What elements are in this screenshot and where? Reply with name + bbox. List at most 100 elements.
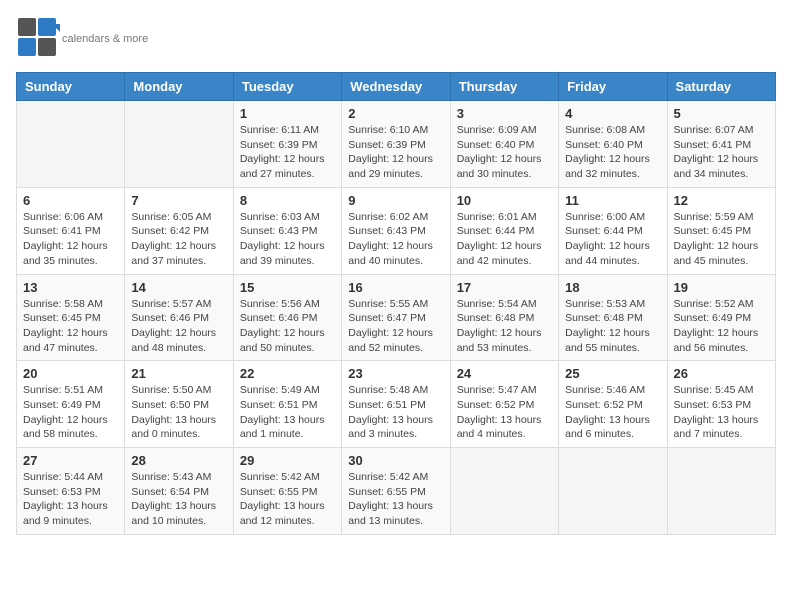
day-header-saturday: Saturday <box>667 73 775 101</box>
day-number: 9 <box>348 193 443 208</box>
calendar-cell: 22Sunrise: 5:49 AM Sunset: 6:51 PM Dayli… <box>233 361 341 448</box>
calendar-cell: 21 Sunrise: 5:50 AM Sunset: 6:50 PM Dayli… <box>125 361 233 448</box>
day-number: 26 <box>674 366 769 381</box>
calendar-cell: 3Sunrise: 6:09 AM Sunset: 6:40 PM Daylig… <box>450 101 558 188</box>
day-info: Sunrise: 5:45 AM Sunset: 6:53 PM Dayligh… <box>674 383 769 442</box>
day-info: Sunrise: 5:54 AM Sunset: 6:48 PM Dayligh… <box>457 297 552 356</box>
day-number: 7 <box>131 193 226 208</box>
day-header-friday: Friday <box>559 73 667 101</box>
day-number: 5 <box>674 106 769 121</box>
logo: calendars & more <box>16 16 148 60</box>
day-info: Sunrise: 6:00 AM Sunset: 6:44 PM Dayligh… <box>565 210 660 269</box>
day-number: 4 <box>565 106 660 121</box>
day-info: Sunrise: 5:57 AM Sunset: 6:46 PM Dayligh… <box>131 297 226 356</box>
day-number: 24 <box>457 366 552 381</box>
day-number: 3 <box>457 106 552 121</box>
calendar-cell: 24 Sunrise: 5:47 AM Sunset: 6:52 PM Dayli… <box>450 361 558 448</box>
day-header-wednesday: Wednesday <box>342 73 450 101</box>
day-number: 19 <box>674 280 769 295</box>
day-info: Sunrise: 6:11 AM Sunset: 6:39 PM Dayligh… <box>240 123 335 182</box>
calendar-cell: 20Sunrise: 5:51 AM Sunset: 6:49 PM Dayli… <box>17 361 125 448</box>
day-info: Sunrise: 5:43 AM Sunset: 6:54 PM Dayligh… <box>131 470 226 529</box>
day-info: Sunrise: 6:05 AM Sunset: 6:42 PM Dayligh… <box>131 210 226 269</box>
day-number: 1 <box>240 106 335 121</box>
calendar-cell: 8 Sunrise: 6:03 AM Sunset: 6:43 PM Daylig… <box>233 187 341 274</box>
day-info: Sunrise: 5:44 AM Sunset: 6:53 PM Dayligh… <box>23 470 118 529</box>
day-number: 12 <box>674 193 769 208</box>
calendar-cell: 2 Sunrise: 6:10 AM Sunset: 6:39 PM Daylig… <box>342 101 450 188</box>
calendar-cell: 12 Sunrise: 5:59 AM Sunset: 6:45 PM Dayli… <box>667 187 775 274</box>
day-info: Sunrise: 6:01 AM Sunset: 6:44 PM Dayligh… <box>457 210 552 269</box>
calendar-header-row: SundayMondayTuesdayWednesdayThursdayFrid… <box>17 73 776 101</box>
day-header-tuesday: Tuesday <box>233 73 341 101</box>
day-info: Sunrise: 5:56 AM Sunset: 6:46 PM Dayligh… <box>240 297 335 356</box>
day-number: 6 <box>23 193 118 208</box>
calendar-cell: 29Sunrise: 5:42 AM Sunset: 6:55 PM Dayli… <box>233 448 341 535</box>
calendar-cell: 30 Sunrise: 5:42 AM Sunset: 6:55 PM Dayli… <box>342 448 450 535</box>
calendar-cell: 9 Sunrise: 6:02 AM Sunset: 6:43 PM Daylig… <box>342 187 450 274</box>
calendar-body: 1 Sunrise: 6:11 AM Sunset: 6:39 PM Daylig… <box>17 101 776 535</box>
week-row-1: 1 Sunrise: 6:11 AM Sunset: 6:39 PM Daylig… <box>17 101 776 188</box>
calendar-cell: 1 Sunrise: 6:11 AM Sunset: 6:39 PM Daylig… <box>233 101 341 188</box>
calendar-cell: 4 Sunrise: 6:08 AM Sunset: 6:40 PM Daylig… <box>559 101 667 188</box>
day-info: Sunrise: 6:03 AM Sunset: 6:43 PM Dayligh… <box>240 210 335 269</box>
day-info: Sunrise: 5:47 AM Sunset: 6:52 PM Dayligh… <box>457 383 552 442</box>
day-info: Sunrise: 5:49 AM Sunset: 6:51 PM Dayligh… <box>240 383 335 442</box>
day-number: 29 <box>240 453 335 468</box>
day-number: 2 <box>348 106 443 121</box>
calendar-cell: 5 Sunrise: 6:07 AM Sunset: 6:41 PM Daylig… <box>667 101 775 188</box>
calendar-cell: 10 Sunrise: 6:01 AM Sunset: 6:44 PM Dayli… <box>450 187 558 274</box>
calendar-cell: 6 Sunrise: 6:06 AM Sunset: 6:41 PM Daylig… <box>17 187 125 274</box>
day-info: Sunrise: 6:06 AM Sunset: 6:41 PM Dayligh… <box>23 210 118 269</box>
day-number: 30 <box>348 453 443 468</box>
calendar-cell: 25 Sunrise: 5:46 AM Sunset: 6:52 PM Dayli… <box>559 361 667 448</box>
calendar-cell: 23Sunrise: 5:48 AM Sunset: 6:51 PM Dayli… <box>342 361 450 448</box>
day-number: 25 <box>565 366 660 381</box>
week-row-3: 13 Sunrise: 5:58 AM Sunset: 6:45 PM Dayli… <box>17 274 776 361</box>
calendar-cell: 19 Sunrise: 5:52 AM Sunset: 6:49 PM Dayli… <box>667 274 775 361</box>
calendar-cell <box>559 448 667 535</box>
day-info: Sunrise: 6:07 AM Sunset: 6:41 PM Dayligh… <box>674 123 769 182</box>
calendar-cell: 18 Sunrise: 5:53 AM Sunset: 6:48 PM Dayli… <box>559 274 667 361</box>
calendar-cell: 11 Sunrise: 6:00 AM Sunset: 6:44 PM Dayli… <box>559 187 667 274</box>
day-number: 8 <box>240 193 335 208</box>
day-number: 10 <box>457 193 552 208</box>
day-info: Sunrise: 5:52 AM Sunset: 6:49 PM Dayligh… <box>674 297 769 356</box>
day-header-sunday: Sunday <box>17 73 125 101</box>
day-info: Sunrise: 6:08 AM Sunset: 6:40 PM Dayligh… <box>565 123 660 182</box>
calendar-cell <box>667 448 775 535</box>
day-number: 13 <box>23 280 118 295</box>
day-number: 16 <box>348 280 443 295</box>
day-info: Sunrise: 5:58 AM Sunset: 6:45 PM Dayligh… <box>23 297 118 356</box>
day-info: Sunrise: 6:02 AM Sunset: 6:43 PM Dayligh… <box>348 210 443 269</box>
calendar-cell: 17Sunrise: 5:54 AM Sunset: 6:48 PM Dayli… <box>450 274 558 361</box>
day-info: Sunrise: 5:50 AM Sunset: 6:50 PM Dayligh… <box>131 383 226 442</box>
day-number: 15 <box>240 280 335 295</box>
calendar-cell <box>125 101 233 188</box>
header: calendars & more <box>16 16 776 60</box>
day-number: 21 <box>131 366 226 381</box>
calendar-cell: 15 Sunrise: 5:56 AM Sunset: 6:46 PM Dayli… <box>233 274 341 361</box>
day-info: Sunrise: 5:53 AM Sunset: 6:48 PM Dayligh… <box>565 297 660 356</box>
day-number: 23 <box>348 366 443 381</box>
calendar-cell: 13 Sunrise: 5:58 AM Sunset: 6:45 PM Dayli… <box>17 274 125 361</box>
day-header-thursday: Thursday <box>450 73 558 101</box>
week-row-4: 20Sunrise: 5:51 AM Sunset: 6:49 PM Dayli… <box>17 361 776 448</box>
day-info: Sunrise: 6:10 AM Sunset: 6:39 PM Dayligh… <box>348 123 443 182</box>
day-header-monday: Monday <box>125 73 233 101</box>
day-number: 27 <box>23 453 118 468</box>
day-info: Sunrise: 5:59 AM Sunset: 6:45 PM Dayligh… <box>674 210 769 269</box>
day-number: 14 <box>131 280 226 295</box>
day-number: 18 <box>565 280 660 295</box>
day-number: 28 <box>131 453 226 468</box>
week-row-2: 6 Sunrise: 6:06 AM Sunset: 6:41 PM Daylig… <box>17 187 776 274</box>
day-info: Sunrise: 5:46 AM Sunset: 6:52 PM Dayligh… <box>565 383 660 442</box>
calendar-cell: 16Sunrise: 5:55 AM Sunset: 6:47 PM Dayli… <box>342 274 450 361</box>
day-info: Sunrise: 5:51 AM Sunset: 6:49 PM Dayligh… <box>23 383 118 442</box>
day-number: 11 <box>565 193 660 208</box>
calendar-cell: 14 Sunrise: 5:57 AM Sunset: 6:46 PM Dayli… <box>125 274 233 361</box>
calendar: SundayMondayTuesdayWednesdayThursdayFrid… <box>16 72 776 535</box>
day-info: Sunrise: 5:42 AM Sunset: 6:55 PM Dayligh… <box>348 470 443 529</box>
calendar-cell <box>450 448 558 535</box>
calendar-cell <box>17 101 125 188</box>
